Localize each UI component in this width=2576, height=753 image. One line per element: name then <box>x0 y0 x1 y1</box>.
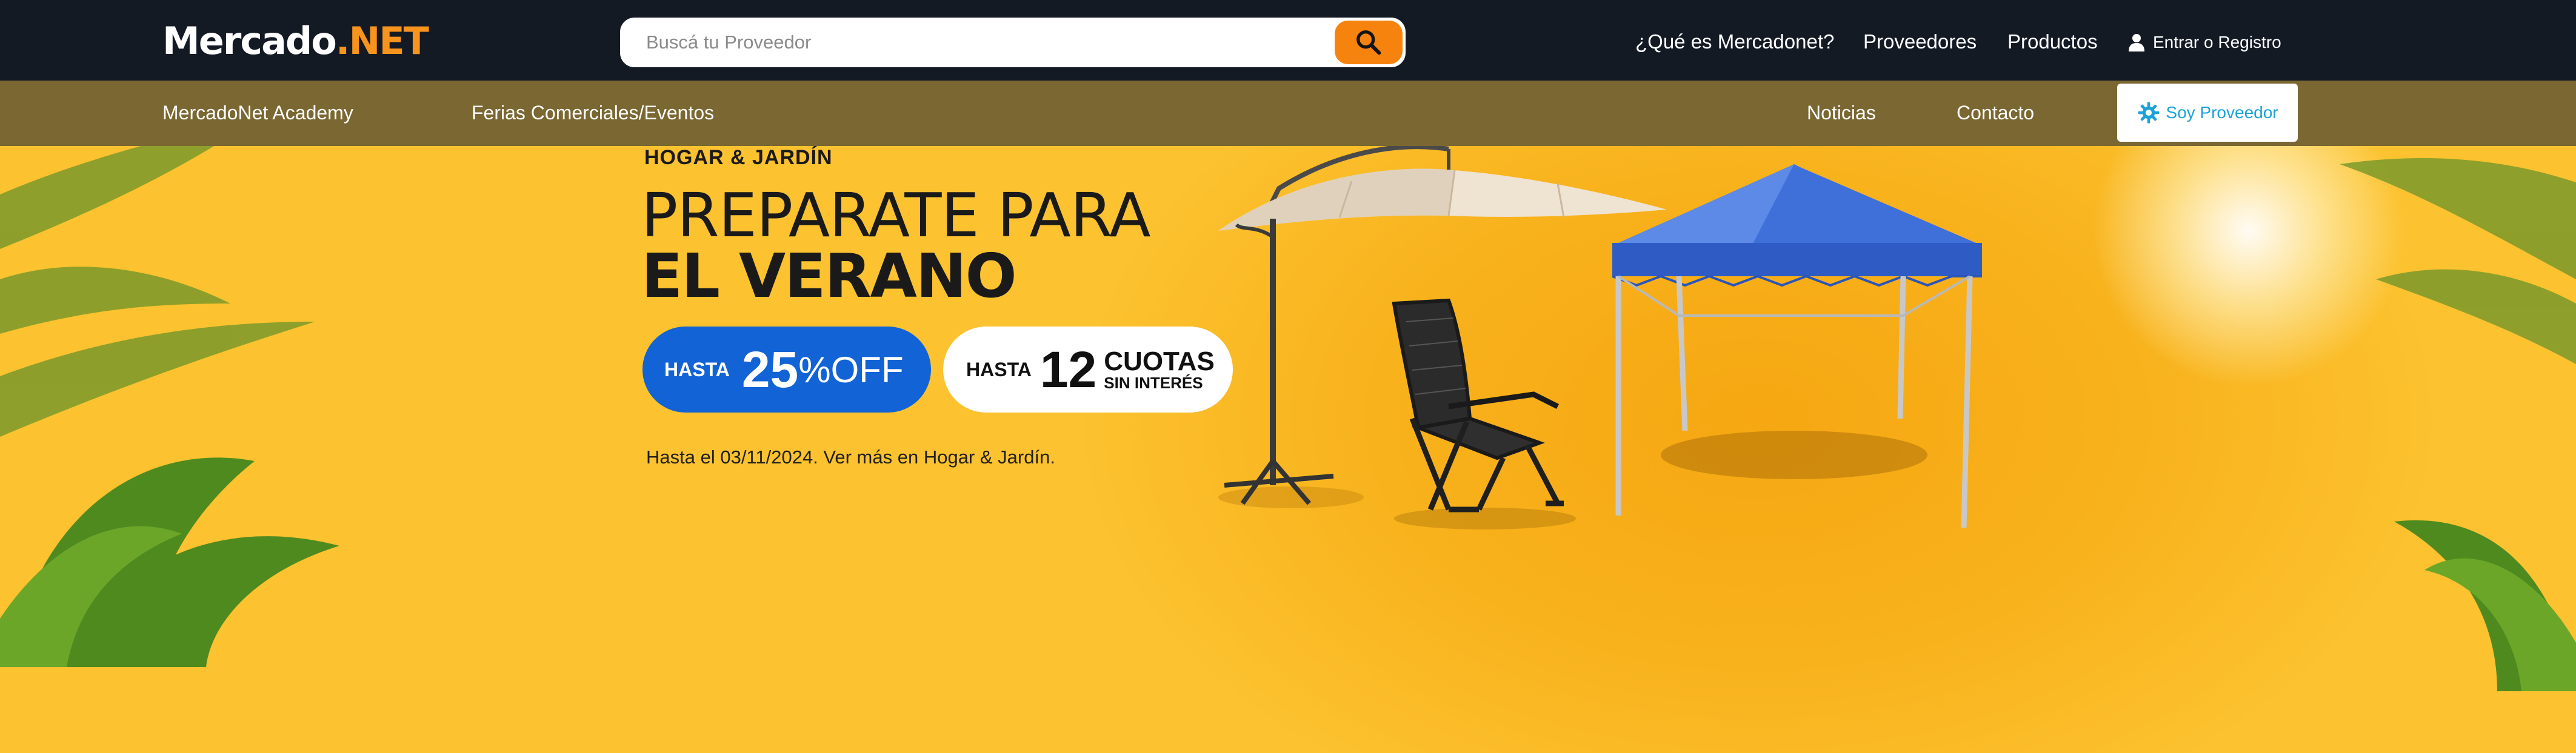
promo-headline-line2: EL VERANO <box>641 240 1017 311</box>
nav-what-is-mercadonet[interactable]: ¿Qué es Mercadonet? <box>1635 27 1834 57</box>
nav-suppliers[interactable]: Proveedores <box>1863 27 1977 57</box>
installments-label: CUOTAS <box>1104 347 1215 376</box>
promo-fineprint: Hasta el 03/11/2024. Ver más en Hogar & … <box>646 446 1055 468</box>
installments-label-stack: CUOTAS SIN INTERÉS <box>1104 348 1215 391</box>
soy-proveedor-button[interactable]: Soy Proveedor <box>2117 84 2298 142</box>
search-bar <box>620 18 1406 67</box>
installments-badge: HASTA 12 CUOTAS SIN INTERÉS <box>943 327 1233 413</box>
installments-sub: SIN INTERÉS <box>1104 374 1203 392</box>
top-header: Mercado.NET ¿Qué es Mercadonet? Proveedo… <box>0 0 2576 81</box>
nav-news[interactable]: Noticias <box>1807 98 1876 128</box>
search-icon <box>1356 30 1381 55</box>
nav-trade-fairs-events[interactable]: Ferias Comerciales/Eventos <box>472 98 714 128</box>
mercadonet-logo[interactable]: Mercado .NET <box>162 17 429 65</box>
palm-leaves-left-illustration <box>0 146 339 667</box>
discount-prefix: HASTA <box>664 358 730 380</box>
nav-products[interactable]: Productos <box>2007 27 2098 57</box>
login-label: Entrar o Registro <box>2153 33 2281 51</box>
search-input[interactable] <box>646 19 1343 65</box>
discount-suffix: %OFF <box>798 349 904 390</box>
reclining-chair-illustration <box>1392 298 1576 529</box>
palm-leaves-right-illustration <box>2340 158 2576 691</box>
search-button[interactable] <box>1335 21 1403 64</box>
hero-banner[interactable]: HOGAR & JARDÍN PREPARATE PARA EL VERANO … <box>0 146 2576 753</box>
installments-prefix: HASTA <box>966 358 1032 380</box>
gazebo-tent-illustration <box>1612 164 1982 528</box>
user-icon <box>2129 34 2144 51</box>
login-register-link[interactable]: Entrar o Registro <box>2129 29 2281 56</box>
logo-text-main: Mercado <box>162 19 337 63</box>
gear-icon <box>2138 102 2160 124</box>
soy-proveedor-label: Soy Proveedor <box>2166 103 2278 122</box>
discount-value: 25 <box>741 340 799 398</box>
logo-text-net: .NET <box>335 19 429 63</box>
nav-contact[interactable]: Contacto <box>1957 98 2034 128</box>
installments-value: 12 <box>1039 340 1097 398</box>
discount-badge: HASTA 25 %OFF <box>642 327 931 413</box>
nav-mercadonet-academy[interactable]: MercadoNet Academy <box>162 98 353 128</box>
promo-category: HOGAR & JARDÍN <box>644 146 833 169</box>
